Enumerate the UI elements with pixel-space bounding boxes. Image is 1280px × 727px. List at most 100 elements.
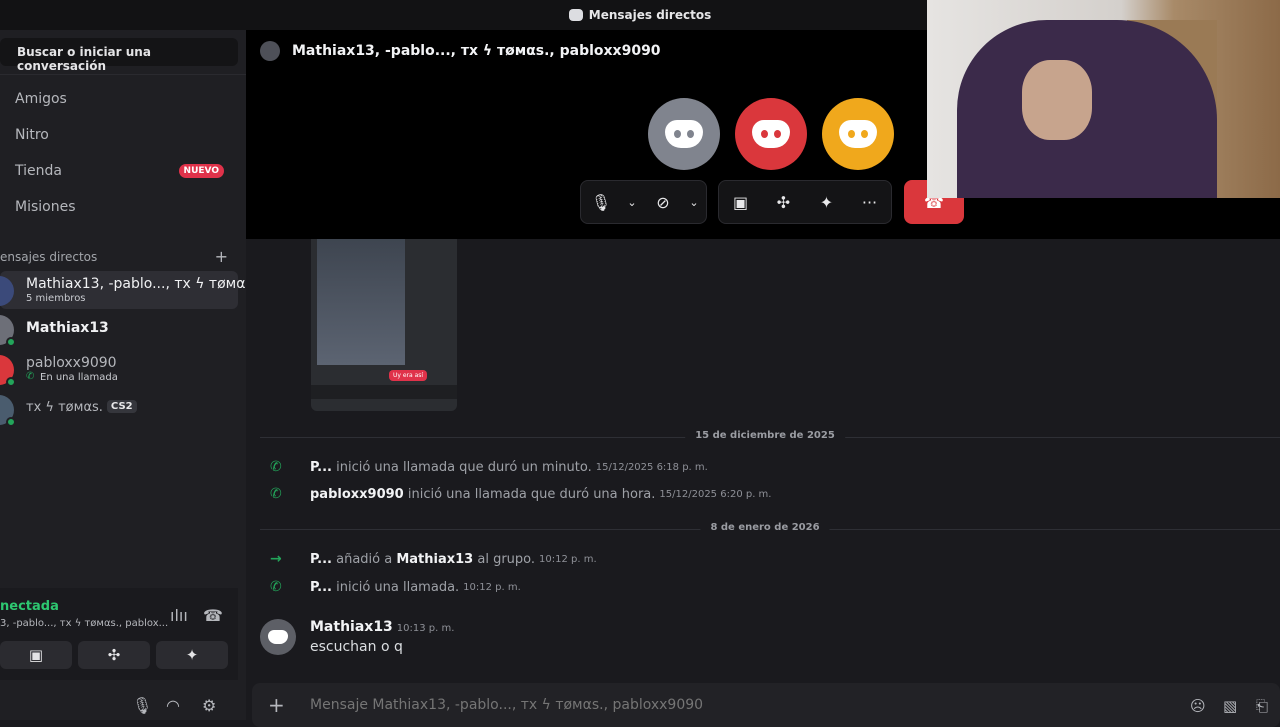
system-message: ✆ P... inició una llamada. 10:12 p. m. [270,576,521,598]
more-button[interactable]: ··· [848,180,891,224]
phone-icon: ✆ [270,579,282,595]
eye [848,130,855,138]
sys-text: inició una llamada. [336,579,460,595]
chevron-down-icon: ⌄ [689,195,699,209]
image-preview [317,239,405,365]
sys-text: inició una llamada que duró una hora. [407,486,656,502]
camera-off-icon: ⊘ [656,192,670,212]
mic-options-button[interactable]: ⌄ [621,180,643,224]
nav-item-nitro[interactable]: Nitro [0,119,238,151]
microphone-icon: 🎙 [590,192,612,212]
sys-author[interactable]: P... [310,552,332,567]
webcam-preview[interactable] [927,0,1280,198]
gear-icon[interactable]: ⚙ [202,696,216,715]
sys-author[interactable]: pabloxx9090 [310,487,404,502]
divider [0,74,246,75]
activities-icon: ✣ [107,646,121,664]
nav-item-quests[interactable]: Misiones [0,191,238,223]
activities-button[interactable]: ✣ [78,641,150,669]
soundboard-button[interactable]: ✦ [805,180,848,224]
nav-label: Nitro [15,127,49,143]
microphone-icon[interactable]: 🎙 [132,696,152,715]
dm-item-group[interactable]: Mathiax13, -pablo..., ᴛx ϟ ᴛøмαs., pablo… [0,271,357,309]
image-bar [311,385,457,399]
headphones-icon[interactable]: ◠ [166,696,180,715]
create-dm-icon[interactable]: + [215,247,228,266]
dm-item-pabloxx9090[interactable]: pabloxx9090 En una llamada ✆ [0,350,238,388]
mute-button[interactable]: 🎙 [581,180,621,224]
system-message: ✆ pabloxx9090 inició una llamada que dur… [270,483,771,505]
participant-avatar[interactable] [648,98,720,170]
activities-icon: ✣ [776,192,791,212]
avatar[interactable] [260,619,296,655]
sys-author[interactable]: P... [310,460,332,475]
webcam-face [1022,60,1092,140]
date-separator: 15 de diciembre de 2025 [260,430,1280,441]
sys-text: inició una llamada que duró un minuto. [336,459,592,475]
dm-name-text: ᴛx ϟ ᴛøмαs. [26,400,103,415]
soundboard-icon: ✦ [185,646,199,664]
timestamp: 15/12/2025 6:20 p. m. [659,488,772,500]
image-caption: Uy era así [389,370,428,381]
dm-name: Mathiax13 [26,320,109,336]
date-label: 15 de diciembre de 2025 [685,430,845,441]
activities-button[interactable]: ✣ [762,180,805,224]
user-bar: 🎙 ◠ ⚙ [0,690,238,720]
chat-log: Uy era así 15 de diciembre de 2025 ✆ P..… [246,239,1280,680]
message-author[interactable]: Mathiax13 [310,619,393,635]
screen-share-button[interactable]: ▣ [0,641,72,669]
noise-suppression-icon[interactable]: ılıı [170,606,188,625]
system-message: ✆ P... inició una llamada que duró un mi… [270,456,708,478]
nav-item-store[interactable]: Tienda NUEVO [0,155,238,187]
gift-icon[interactable]: ⎗ [1256,697,1268,715]
message-content: escuchan o q [310,639,403,655]
timestamp: 10:13 p. m. [396,623,455,634]
game-badge: CS2 [106,400,137,413]
discord-icon [568,9,583,21]
chevron-down-icon: ⌄ [627,195,637,209]
timestamp: 10:12 p. m. [539,553,597,565]
discord-logo-icon [839,120,877,148]
camera-options-button[interactable]: ⌄ [683,180,705,224]
screen-share-icon: ▣ [28,646,44,664]
call-actions: ▣ ✣ ✦ ··· [718,180,892,224]
image-attachment[interactable]: Uy era así [311,239,457,411]
screen-share-button[interactable]: ▣ [719,180,762,224]
nav-label: Tienda [15,163,62,179]
dm-item-mathiax13[interactable]: Mathiax13 [0,310,238,348]
participant-avatar[interactable] [735,98,807,170]
message-input[interactable] [310,697,1110,713]
dm-item-tomas[interactable]: ᴛx ϟ ᴛøмαs. CS2 [0,390,238,428]
attach-plus-icon[interactable]: + [268,693,285,717]
nav-label: Amigos [15,91,67,107]
sys-text: añadió a [336,551,393,567]
webcam-person [957,20,1217,198]
gif-icon[interactable]: ▧ [1223,697,1237,715]
more-icon: ··· [861,192,878,212]
call-title: Mathiax13, -pablo..., ᴛx ϟ ᴛøмαs., pablo… [292,43,661,59]
search-button[interactable]: Buscar o iniciar una conversación [0,38,238,73]
camera-button[interactable]: ⊘ [643,180,683,224]
phone-icon: ✆ [270,459,282,475]
eye [861,130,868,138]
avatar [0,276,14,306]
eye [774,130,781,138]
participant-avatar[interactable] [822,98,894,170]
date-label: 8 de enero de 2026 [700,522,830,533]
eye [674,130,681,138]
nav-item-friends[interactable]: Amigos [0,83,238,115]
soundboard-icon: ✦ [819,192,834,212]
sys-target[interactable]: Mathiax13 [396,552,473,567]
phone-icon: ✆ [270,486,282,502]
phone-icon: ✆ [26,371,35,382]
voice-channel[interactable]: 3, -pablo..., ᴛx ϟ ᴛøмαs., pablox... [0,618,168,629]
disconnect-icon[interactable]: ☎ [203,606,223,625]
dm-name: pabloxx9090 [26,355,117,371]
soundboard-button[interactable]: ✦ [156,641,228,669]
dm-header: ensajes directos + [0,247,238,266]
window-title: Mensajes directos [588,8,712,22]
status-dot [6,337,16,347]
emoji-icon[interactable]: ☹ [1190,697,1206,715]
dm-subtitle: 5 miembros [26,293,86,304]
sys-author[interactable]: P... [310,580,332,595]
